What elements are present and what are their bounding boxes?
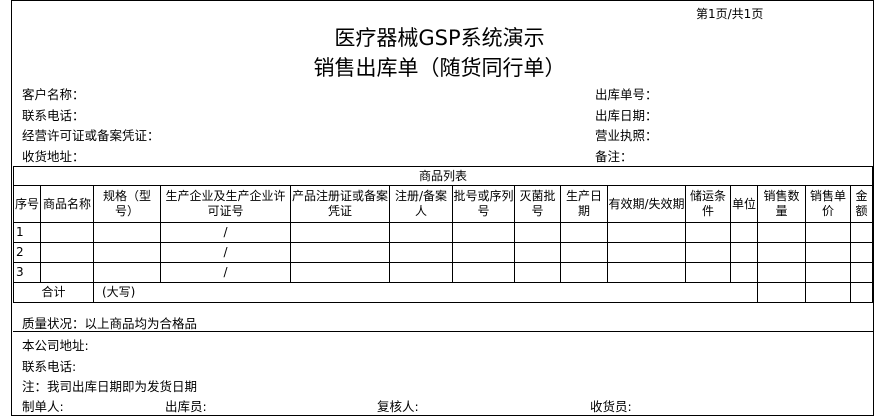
table-caption: 商品列表 (12, 166, 874, 186)
header-cell: 销售单价 (805, 185, 851, 223)
receiver-signature: 收货员: (590, 399, 632, 414)
row-index: 3 (13, 262, 41, 283)
table-cell (514, 262, 561, 283)
table-row: 3 / (13, 262, 874, 283)
header-cell: 有效期/失效期 (607, 185, 686, 223)
table-cell (452, 242, 515, 263)
table-cell (93, 222, 161, 243)
table-cell (685, 242, 731, 263)
table-cell (93, 242, 161, 263)
table-row: 1 / (13, 222, 874, 243)
table-cell (607, 222, 686, 243)
table-cell (514, 242, 561, 263)
table-cell (757, 262, 806, 283)
table-cell: / (160, 222, 291, 243)
row-index: 2 (13, 242, 41, 263)
table-cell (40, 242, 94, 263)
remarks-label: 备注： (595, 149, 633, 164)
document-subtitle: 销售出库单（随货同行单） (313, 56, 566, 80)
table-cell (290, 262, 390, 283)
company-address: 本公司地址: (22, 338, 89, 353)
order-number-label: 出库单号： (595, 87, 658, 102)
header-cell: 金额 (849, 185, 874, 223)
header-cell: 灭菌批号 (514, 185, 561, 223)
table-cell (685, 262, 731, 283)
table-cell (560, 262, 608, 283)
contact-phone-label: 联系电话： (22, 108, 85, 123)
total-label: 合计 (13, 282, 94, 303)
document-title: 医疗器械GSP系统演示 (334, 26, 545, 50)
table-cell (452, 262, 515, 283)
total-row: 合计 (大写) (13, 282, 874, 303)
table-row: 2 / (13, 242, 874, 263)
business-license-label: 营业执照： (595, 128, 658, 143)
items-table: 商品列表 序号 商品名称 规格（型号） 生产企业及生产企业许可证号 产品注册证或… (12, 166, 874, 303)
table-cell (389, 242, 453, 263)
table-cell (805, 222, 851, 243)
table-cell (389, 222, 453, 243)
table-cell (849, 242, 874, 263)
table-cell (730, 242, 758, 263)
table-cell (849, 222, 874, 243)
table-cell (849, 262, 874, 283)
table-cell (389, 262, 453, 283)
header-cell: 单位 (730, 185, 758, 223)
table-header-row: 序号 商品名称 规格（型号） 生产企业及生产企业许可证号 产品注册证或备案凭证 … (13, 185, 874, 223)
header-cell: 生产企业及生产企业许可证号 (160, 185, 291, 223)
table-cell (290, 222, 390, 243)
header-cell: 商品名称 (40, 185, 94, 223)
header-cell: 注册/备案人 (389, 185, 453, 223)
ship-date-note: 注：我司出库日期即为发货日期 (22, 379, 198, 394)
table-cell (40, 262, 94, 283)
header-cell: 产品注册证或备案凭证 (290, 185, 390, 223)
table-cell (757, 222, 806, 243)
header-cell: 规格（型号） (93, 185, 161, 223)
total-quantity-cell (757, 282, 806, 303)
table-cell (730, 222, 758, 243)
header-cell: 生产日期 (560, 185, 608, 223)
header-cell: 储运条件 (685, 185, 731, 223)
table-cell (685, 222, 731, 243)
table-cell (452, 222, 515, 243)
ship-date-label: 出库日期： (595, 108, 658, 123)
page-number: 第1页/共1页 (696, 7, 764, 21)
table-cell (93, 262, 161, 283)
shipper-signature: 出库员: (165, 399, 207, 414)
table-cell (730, 262, 758, 283)
total-amount-cell (849, 282, 874, 303)
divider (13, 331, 873, 332)
row-index: 1 (13, 222, 41, 243)
table-cell (560, 222, 608, 243)
total-price-cell (805, 282, 851, 303)
table-cell (560, 242, 608, 263)
license-label: 经营许可证或备案凭证： (22, 128, 160, 143)
table-cell (805, 262, 851, 283)
table-cell (40, 222, 94, 243)
header-cell: 销售数量 (757, 185, 806, 223)
reviewer-signature: 复核人: (377, 399, 419, 414)
total-uppercase: (大写) (93, 282, 758, 303)
table-cell: / (160, 242, 291, 263)
table-cell (805, 242, 851, 263)
delivery-address-label: 收货地址： (22, 149, 85, 164)
header-cell: 批号或序列号 (452, 185, 515, 223)
table-cell (607, 262, 686, 283)
table-cell (290, 242, 390, 263)
table-cell (757, 242, 806, 263)
table-cell: / (160, 262, 291, 283)
company-phone: 联系电话: (22, 359, 77, 374)
header-cell: 序号 (13, 185, 41, 223)
table-cell (514, 222, 561, 243)
table-cell (607, 242, 686, 263)
quality-status: 质量状况：以上商品均为合格品 (22, 316, 198, 331)
sales-delivery-note: 第1页/共1页 医疗器械GSP系统演示 销售出库单（随货同行单） 客户名称： 联… (0, 0, 879, 418)
maker-signature: 制单人: (22, 399, 64, 414)
customer-name-label: 客户名称： (22, 87, 85, 102)
